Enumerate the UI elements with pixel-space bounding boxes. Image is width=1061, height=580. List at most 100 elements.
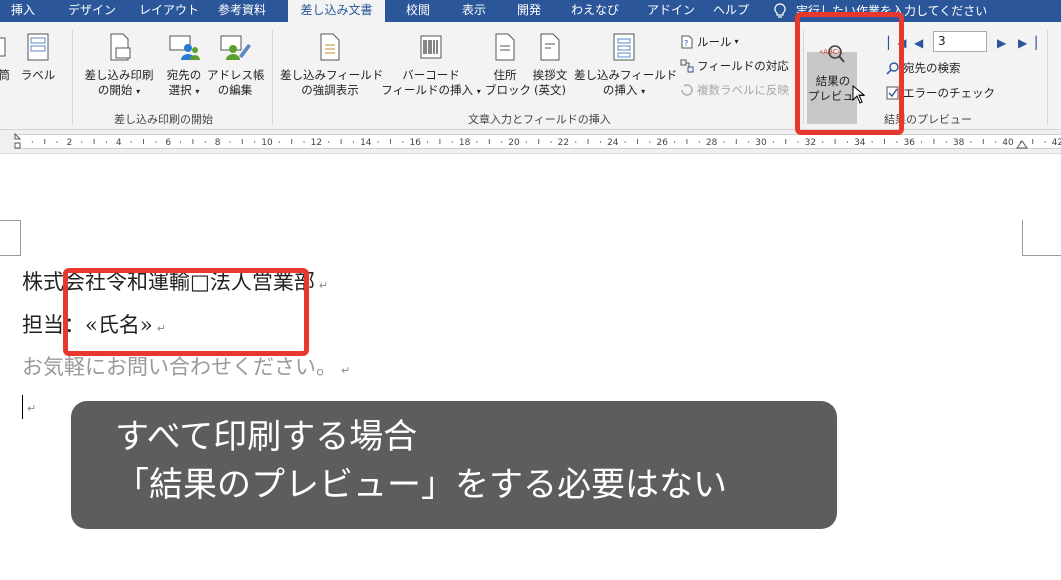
- ruler-label: 26: [656, 138, 668, 148]
- ruler-label: 24: [607, 138, 619, 148]
- ruler-label: 36: [903, 138, 915, 148]
- ruler-label: 28: [706, 138, 718, 148]
- tab-design[interactable]: デザイン: [66, 0, 118, 22]
- right-indent-marker[interactable]: [1016, 140, 1028, 149]
- inquiry-text: お気軽にお問い合わせください。: [22, 355, 337, 379]
- ruler-label: 32: [805, 138, 816, 148]
- insert-barcode-field-button[interactable]: バーコード フィールドの挿入 ▾: [381, 32, 481, 99]
- paragraph-mark: ↵: [318, 279, 329, 292]
- paragraph-mark: ↵: [341, 364, 351, 377]
- tab-waenavi[interactable]: わえなび: [569, 0, 621, 22]
- envelopes-button[interactable]: 封筒: [0, 32, 10, 83]
- tab-developer[interactable]: 開発: [515, 0, 543, 22]
- text-cursor: [22, 394, 23, 419]
- group-separator: [1047, 30, 1048, 124]
- ruler-label: 14: [360, 138, 372, 148]
- ruler-label: 22: [558, 138, 569, 148]
- start-mail-merge-button[interactable]: 差し込み印刷 の開始 ▾: [78, 32, 160, 99]
- greeting-line-icon: [540, 33, 560, 61]
- insert-merge-field-button[interactable]: 差し込みフィールド の挿入 ▾: [574, 32, 678, 99]
- document-lines-icon: [320, 33, 340, 61]
- barcode-label-1: バーコード: [402, 68, 460, 82]
- caption-overlay: すべて印刷する場合 「結果のプレビュー」をする必要はない: [71, 401, 837, 529]
- tab-layout[interactable]: レイアウト: [137, 0, 201, 22]
- barcode-label-2: フィールドの挿入: [381, 83, 474, 97]
- crop-mark: [0, 255, 20, 256]
- ruler-label: 30: [755, 138, 767, 148]
- envelopes-label: 封筒: [0, 68, 10, 82]
- edit-list-label-1: アドレス帳: [207, 68, 265, 82]
- group-separator: [72, 30, 73, 124]
- label-sheet-icon: [27, 33, 49, 61]
- ruler-label: 34: [854, 138, 866, 148]
- check-errors-label: エラーのチェック: [903, 86, 995, 100]
- highlight-fields-label-1: 差し込みフィールド: [280, 68, 384, 82]
- address-block-button[interactable]: 住所 ブロック: [485, 32, 531, 98]
- ruler-label: 42: [1052, 138, 1061, 148]
- insert-field-label-2: の挿入: [602, 83, 638, 97]
- labels-button[interactable]: ラベル: [20, 32, 56, 83]
- highlight-box-preview: [795, 12, 904, 135]
- update-labels-button[interactable]: 複数ラベルに反映: [680, 82, 789, 98]
- group-label-fields: 文章入力とフィールドの挿入: [468, 113, 611, 126]
- ruler-label: 10: [261, 138, 273, 148]
- svg-text:?: ?: [684, 39, 688, 48]
- ruler-label: 12: [311, 138, 322, 148]
- ruler-label: 4: [116, 138, 122, 148]
- merge-field-icon: [613, 33, 635, 61]
- caption-line-2: 「結果のプレビュー」をする必要はない: [115, 465, 727, 505]
- tab-insert[interactable]: 挿入: [9, 0, 37, 22]
- labels-label: ラベル: [20, 68, 56, 82]
- paragraph-mark: ↵: [27, 402, 37, 415]
- edit-list-label-2: の編集: [217, 83, 253, 97]
- recipients-icon: [169, 35, 200, 60]
- ruler-label: 20: [508, 138, 520, 148]
- document-merge-icon: [110, 33, 131, 61]
- ruler-label: 18: [459, 138, 471, 148]
- tab-view[interactable]: 表示: [460, 0, 488, 22]
- greeting-label-2: (英文): [534, 83, 566, 97]
- update-labels-icon: [681, 84, 693, 96]
- insert-field-label-1: 差し込みフィールド: [574, 68, 678, 82]
- document-line-empty[interactable]: ↵: [22, 393, 36, 419]
- rules-button[interactable]: ? ルール ▾: [680, 34, 739, 50]
- ruler-label: 16: [409, 138, 421, 148]
- ruler-label: 8: [215, 138, 221, 148]
- last-record-button[interactable]: ▶▕: [1018, 36, 1036, 50]
- update-labels-label: 複数ラベルに反映: [697, 83, 789, 97]
- address-block-label-1: 住所: [493, 68, 517, 82]
- find-recipient-label: 宛先の検索: [903, 61, 961, 75]
- barcode-icon: [420, 35, 442, 59]
- highlight-fields-label-2: の強調表示: [301, 83, 359, 97]
- match-fields-button[interactable]: フィールドの対応: [680, 58, 789, 74]
- tab-mailings[interactable]: 差し込み文書: [288, 0, 385, 23]
- tab-addins[interactable]: アドイン: [645, 0, 697, 22]
- crop-mark: [0, 220, 20, 221]
- select-recipients-label-2: 選択: [168, 83, 192, 97]
- select-recipients-button[interactable]: 宛先の 選択 ▾: [161, 32, 207, 99]
- crop-mark: [20, 220, 21, 256]
- highlight-merge-fields-button[interactable]: 差し込みフィールド の強調表示: [280, 32, 384, 98]
- caption-line-1: すべて印刷する場合: [115, 417, 418, 457]
- edit-recipient-list-button[interactable]: アドレス帳 の編集: [207, 32, 265, 98]
- crop-mark: [1022, 255, 1061, 256]
- greeting-line-button[interactable]: 挨拶文 (英文): [528, 32, 572, 98]
- group-separator: [272, 30, 273, 124]
- record-number-input[interactable]: 3: [933, 31, 987, 52]
- start-merge-label-1: 差し込み印刷: [84, 68, 154, 82]
- highlight-box-field: [63, 268, 309, 356]
- match-fields-label: フィールドの対応: [697, 59, 789, 73]
- rules-icon: ?: [681, 35, 693, 49]
- address-block-icon: [495, 33, 515, 61]
- previous-record-button[interactable]: ◀: [914, 36, 923, 50]
- tab-references[interactable]: 参考資料: [216, 0, 268, 22]
- left-indent-marker[interactable]: [14, 132, 22, 149]
- next-record-button[interactable]: ▶: [997, 36, 1006, 50]
- tab-help[interactable]: ヘルプ: [711, 0, 751, 22]
- ruler-label: 38: [953, 138, 965, 148]
- tab-review[interactable]: 校閲: [404, 0, 432, 22]
- greeting-label-1: 挨拶文: [532, 68, 568, 82]
- ruler-label: 40: [1002, 138, 1014, 148]
- group-label-start: 差し込み印刷の開始: [114, 113, 213, 126]
- address-block-label-2: ブロック: [485, 83, 531, 97]
